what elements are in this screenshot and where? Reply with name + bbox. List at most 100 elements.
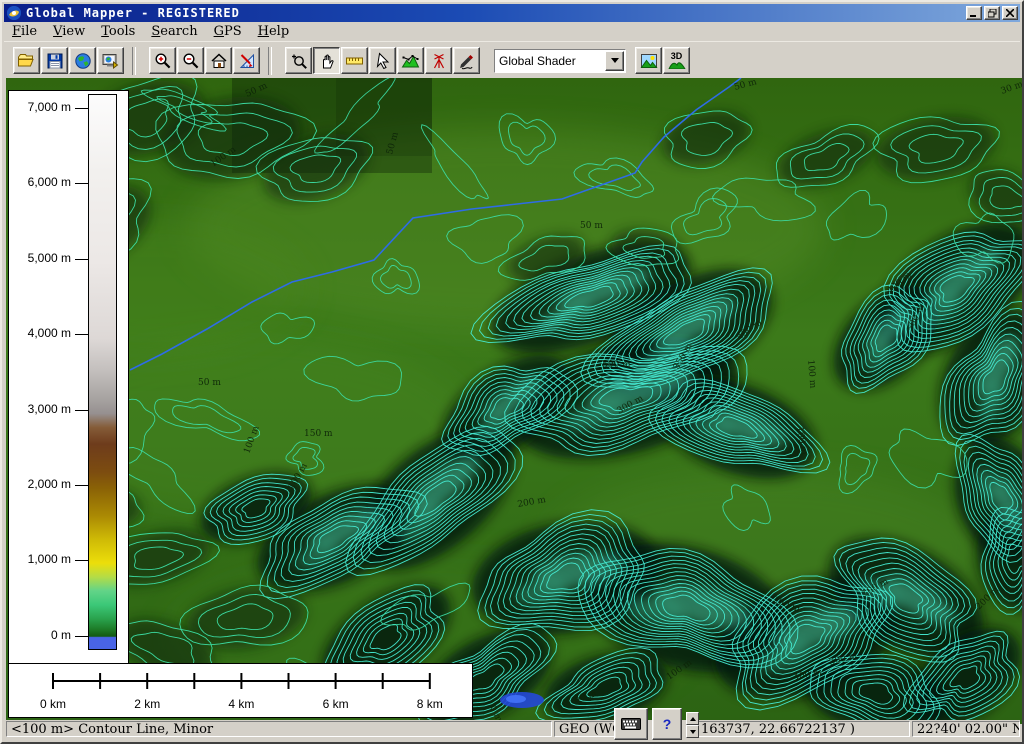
terrain-map[interactable]: 50 m100 m50 m50 m30 m50 m50 m150 m100 m1… <box>6 78 1022 724</box>
menu-help[interactable]: Help <box>250 23 298 40</box>
chevron-up-icon <box>690 717 696 721</box>
scale-label: 0 km <box>40 697 66 711</box>
legend-tick <box>75 334 88 335</box>
map-view[interactable]: 50 m100 m50 m50 m30 m50 m50 m150 m100 m1… <box>6 78 1022 724</box>
legend-tick <box>75 108 88 109</box>
status-bar: <100 m> Contour Line, Minor GEO (WGS8 16… <box>4 720 1020 738</box>
download-online-data-button[interactable] <box>69 47 96 74</box>
pan-tool-button[interactable] <box>313 47 340 74</box>
measure-tool-button[interactable] <box>341 47 368 74</box>
minimize-button[interactable] <box>966 6 982 20</box>
distance-scale-bar: 0 km 2 km 4 km 6 km 8 km <box>8 663 473 718</box>
restore-button[interactable] <box>984 6 1000 20</box>
legend-label: 4,000 m <box>11 326 71 340</box>
legend-tick <box>75 410 88 411</box>
menu-gps[interactable]: GPS <box>206 23 250 40</box>
measure-ruler-icon <box>345 52 364 70</box>
zoom-to-scale-button[interactable] <box>233 47 260 74</box>
contour-elevation-label: 50 m <box>580 221 603 231</box>
shader-dropdown-value: Global Shader <box>495 52 604 70</box>
status-message: <100 m> Contour Line, Minor <box>6 721 552 737</box>
pick-arrow-icon <box>374 52 392 70</box>
elevation-legend: 7,000 m6,000 m5,000 m4,000 m3,000 m2,000… <box>8 90 129 673</box>
legend-label: 0 m <box>11 628 71 642</box>
zoom-tool-icon <box>290 52 308 70</box>
app-window: Global Mapper - REGISTERED File View Too… <box>0 0 1024 744</box>
menu-view[interactable]: View <box>45 23 93 40</box>
toolbar-group-tools <box>282 47 484 74</box>
chevron-down-icon <box>690 730 696 734</box>
full-view-button[interactable] <box>205 47 232 74</box>
legend-tick <box>75 183 88 184</box>
spinner-up-button[interactable] <box>686 712 699 725</box>
status-spinner[interactable] <box>686 712 699 738</box>
scale-label: 6 km <box>323 697 349 711</box>
lake <box>506 695 526 703</box>
elevation-gradient-bar <box>88 94 117 650</box>
export-display-icon <box>101 52 120 70</box>
toolbar-group-view: 3D <box>632 47 694 74</box>
scale-label: 8 km <box>417 697 443 711</box>
path-profile-icon <box>401 52 420 70</box>
legend-label: 6,000 m <box>11 175 71 189</box>
3d-view-icon <box>668 60 686 69</box>
menu-search[interactable]: Search <box>143 23 205 40</box>
open-file-button[interactable] <box>13 47 40 74</box>
contour-elevation-label: 50 m <box>198 378 221 388</box>
status-coordinates: 163737, 22.66722137 ) <box>696 721 910 737</box>
zoom-scale-icon <box>238 52 256 70</box>
toolbar-separator <box>132 47 136 75</box>
legend-label: 1,000 m <box>11 552 71 566</box>
minimize-icon <box>970 10 978 17</box>
export-display-button[interactable] <box>97 47 124 74</box>
zoom-out-button[interactable] <box>177 47 204 74</box>
pick-tool-button[interactable] <box>369 47 396 74</box>
scale-label: 4 km <box>228 697 254 711</box>
legend-tick <box>75 259 88 260</box>
app-icon <box>6 5 22 21</box>
scale-bar-graphic: 0 km 2 km 4 km 6 km 8 km <box>9 664 472 717</box>
restore-icon <box>988 9 997 18</box>
legend-label: 3,000 m <box>11 402 71 416</box>
menu-tools[interactable]: Tools <box>93 23 143 40</box>
help-button[interactable]: ? <box>652 708 682 740</box>
digitizer-pen-icon <box>458 52 476 70</box>
zoom-out-icon <box>182 52 200 70</box>
view-3d-button[interactable]: 3D <box>663 47 690 74</box>
shader-dropdown[interactable]: Global Shader <box>494 49 626 73</box>
path-profile-button[interactable] <box>397 47 424 74</box>
view-3d-label: 3D <box>671 52 683 60</box>
menu-file[interactable]: File <box>4 23 45 40</box>
status-projection: GEO (WGS8 <box>554 721 616 737</box>
raster-display-button[interactable] <box>635 47 662 74</box>
contour-elevation-label: 500 m <box>602 360 631 370</box>
toolbar-group-file <box>10 47 128 74</box>
legend-tick <box>75 560 88 561</box>
toolbar: Global Shader 3D <box>4 41 1020 79</box>
title-bar[interactable]: Global Mapper - REGISTERED <box>4 4 1020 22</box>
raster-image-icon <box>640 52 658 70</box>
legend-label: 7,000 m <box>11 100 71 114</box>
help-question-icon: ? <box>663 716 672 732</box>
legend-tick <box>75 636 88 637</box>
legend-label: 5,000 m <box>11 251 71 265</box>
zoom-tool-button[interactable] <box>285 47 312 74</box>
view-shed-antenna-icon <box>430 52 448 70</box>
keyboard-entry-button[interactable] <box>614 708 648 740</box>
window-title: Global Mapper - REGISTERED <box>26 6 964 20</box>
view-shed-button[interactable] <box>425 47 452 74</box>
digitizer-tool-button[interactable] <box>453 47 480 74</box>
pan-hand-icon <box>318 52 336 70</box>
open-folder-icon <box>17 52 36 70</box>
contour-elevation-label: 150 m <box>304 429 333 439</box>
save-icon <box>46 52 64 70</box>
close-button[interactable] <box>1002 6 1018 20</box>
dropdown-arrow-button[interactable] <box>605 51 624 71</box>
scale-label: 2 km <box>134 697 160 711</box>
save-button[interactable] <box>41 47 68 74</box>
zoom-in-button[interactable] <box>149 47 176 74</box>
spinner-down-button[interactable] <box>686 725 699 738</box>
globe-icon <box>74 52 92 70</box>
full-view-home-icon <box>210 52 228 70</box>
menu-bar: File View Tools Search GPS Help <box>4 22 1020 41</box>
